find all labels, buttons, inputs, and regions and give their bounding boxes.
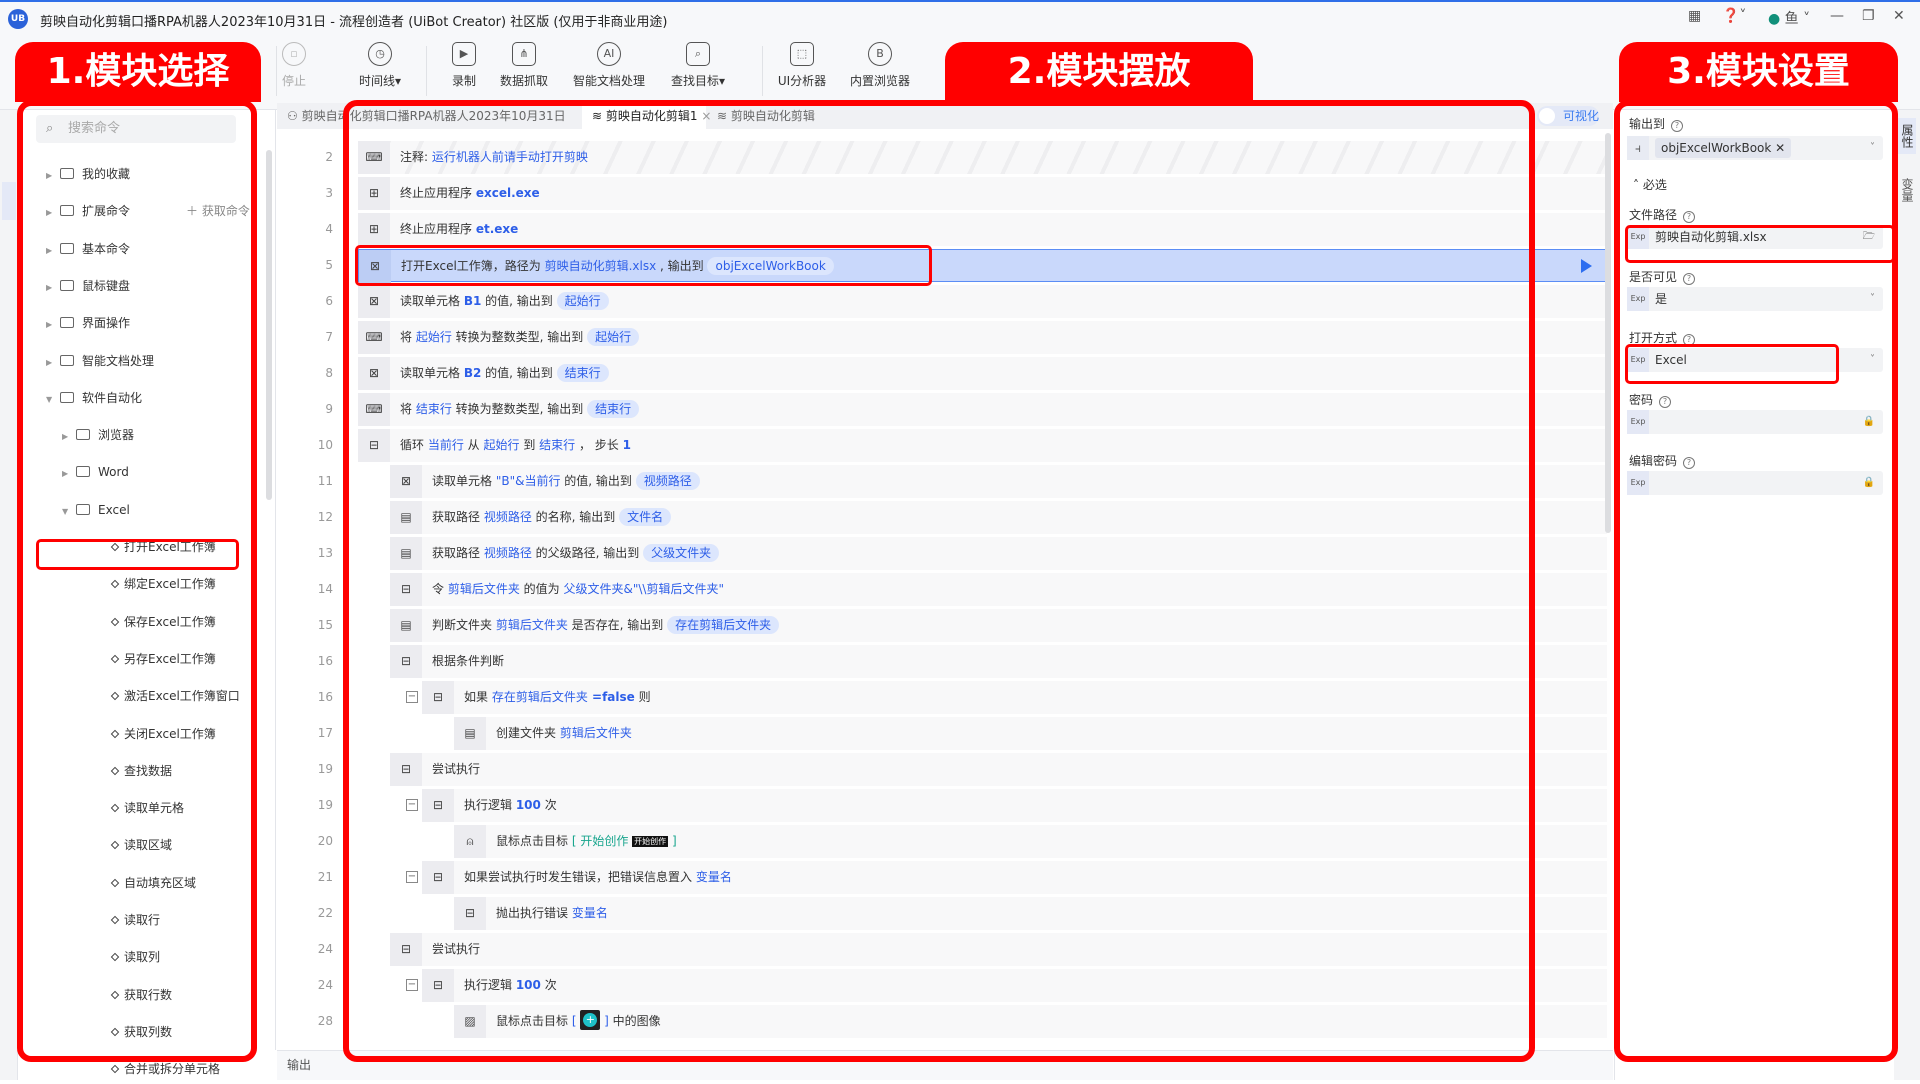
ui-analyzer-icon: ⬚: [790, 42, 814, 66]
run-row-icon[interactable]: [1581, 259, 1592, 273]
toolbar-button-7[interactable]: B 内置浏览器: [840, 42, 920, 89]
toolbar-divider: [762, 46, 763, 96]
toolbar-button-4[interactable]: AI 智能文档处理: [569, 42, 649, 89]
flow-icon: ⚇: [287, 109, 302, 123]
online-status-icon: ●: [1768, 11, 1781, 27]
toolbar-button-label: 数据抓取: [499, 74, 548, 88]
toolbar-button-label: 停止: [281, 74, 306, 88]
annotation-box-1: [17, 100, 257, 1062]
restore-button[interactable]: ❐: [1862, 8, 1875, 24]
line-number: 14: [317, 582, 333, 596]
line-number: 15: [317, 618, 333, 632]
line-number: 24: [317, 978, 333, 992]
command-icon: [110, 1064, 120, 1074]
toolbar-button-5[interactable]: ⌕ 查找目标▾: [658, 42, 738, 89]
line-number: 2: [325, 150, 333, 164]
visual-toggle[interactable]: 可视化: [1537, 106, 1599, 126]
highlight-file-path: [1625, 225, 1895, 263]
close-button[interactable]: ✕: [1893, 8, 1905, 24]
find-target-icon: ⌕: [686, 42, 710, 66]
line-number: 12: [317, 510, 333, 524]
toolbar-button-0[interactable]: ▫ 停止: [254, 42, 334, 89]
line-number: 6: [325, 294, 333, 308]
user-name: 鱼: [1784, 11, 1799, 27]
line-number: 11: [317, 474, 333, 488]
annotation-label-2: 2.模块摆放: [945, 42, 1253, 102]
toolbar-button-6[interactable]: ⬚ UI分析器: [762, 42, 842, 89]
highlight-selected-row: [355, 245, 932, 286]
highlight-tree-item: [36, 539, 239, 570]
title-bar: UB 剪映自动化剪辑口播RPA机器人2023年10月31日 - 流程创造者 (U…: [0, 0, 1920, 34]
line-number: 22: [317, 906, 333, 920]
line-number: 3: [325, 186, 333, 200]
toolbar-divider: [426, 46, 427, 96]
line-number: 20: [317, 834, 333, 848]
record-icon: ▶: [452, 42, 476, 66]
line-number: 16: [317, 690, 333, 704]
line-number: 7: [325, 330, 333, 344]
line-number: 5: [325, 258, 333, 272]
line-number: 28: [317, 1014, 333, 1028]
window-title: 剪映自动化剪辑口播RPA机器人2023年10月31日 - 流程创造者 (UiBo…: [40, 15, 668, 30]
left-rail: [0, 110, 18, 1080]
line-number: 13: [317, 546, 333, 560]
sidebar-scrollbar[interactable]: [266, 150, 272, 500]
clock-icon: ◷: [368, 42, 392, 66]
properties-rail-tab[interactable]: 属性: [1898, 118, 1916, 154]
editor-scrollbar[interactable]: [1605, 133, 1611, 533]
toolbar-button-3[interactable]: ⋔ 数据抓取: [484, 42, 564, 89]
toolbar-button-1[interactable]: ◷ 时间线▾: [340, 42, 420, 89]
variables-rail-tab[interactable]: 变量: [1898, 178, 1916, 202]
app-logo: UB: [8, 9, 28, 29]
line-number: 21: [317, 870, 333, 884]
browser-icon: B: [868, 42, 892, 66]
toolbar-button-label: UI分析器: [777, 74, 827, 88]
help-icon[interactable]: ❓˅: [1722, 8, 1746, 24]
line-number: 19: [317, 762, 333, 776]
sidebar-item-label: 合并或拆分单元格: [124, 1062, 221, 1077]
annotation-label-1: 1.模块选择: [15, 42, 261, 102]
user-menu[interactable]: ● 鱼 ˅: [1768, 8, 1810, 28]
visual-toggle-label: 可视化: [1563, 109, 1600, 123]
annotation-label-3: 3.模块设置: [1619, 42, 1898, 102]
toolbar-divider: [276, 46, 277, 96]
highlight-open-method: [1625, 344, 1839, 384]
line-number: 4: [325, 222, 333, 236]
data-scrape-icon: ⋔: [512, 42, 536, 66]
toggle-knob: [1539, 108, 1555, 124]
toolbar-button-label: 时间线▾: [358, 74, 402, 88]
commands-rail-tab[interactable]: [2, 182, 16, 220]
line-number: 24: [317, 942, 333, 956]
line-number: 9: [325, 402, 333, 416]
toolbar-button-label: 智能文档处理: [572, 74, 645, 88]
line-number: 17: [317, 726, 333, 740]
toolbar-button-label: 内置浏览器: [849, 74, 910, 88]
ai-doc-icon: AI: [597, 42, 621, 66]
toolbar-button-label: 录制: [451, 74, 476, 88]
stop-icon: ▫: [282, 42, 306, 66]
toolbar-button-label: 查找目标▾: [670, 74, 726, 88]
minimize-button[interactable]: —: [1830, 8, 1844, 24]
line-number: 16: [317, 654, 333, 668]
line-number: 8: [325, 366, 333, 380]
line-number: 10: [317, 438, 333, 452]
apps-grid-icon[interactable]: ▦: [1688, 8, 1701, 24]
line-number: 19: [317, 798, 333, 812]
